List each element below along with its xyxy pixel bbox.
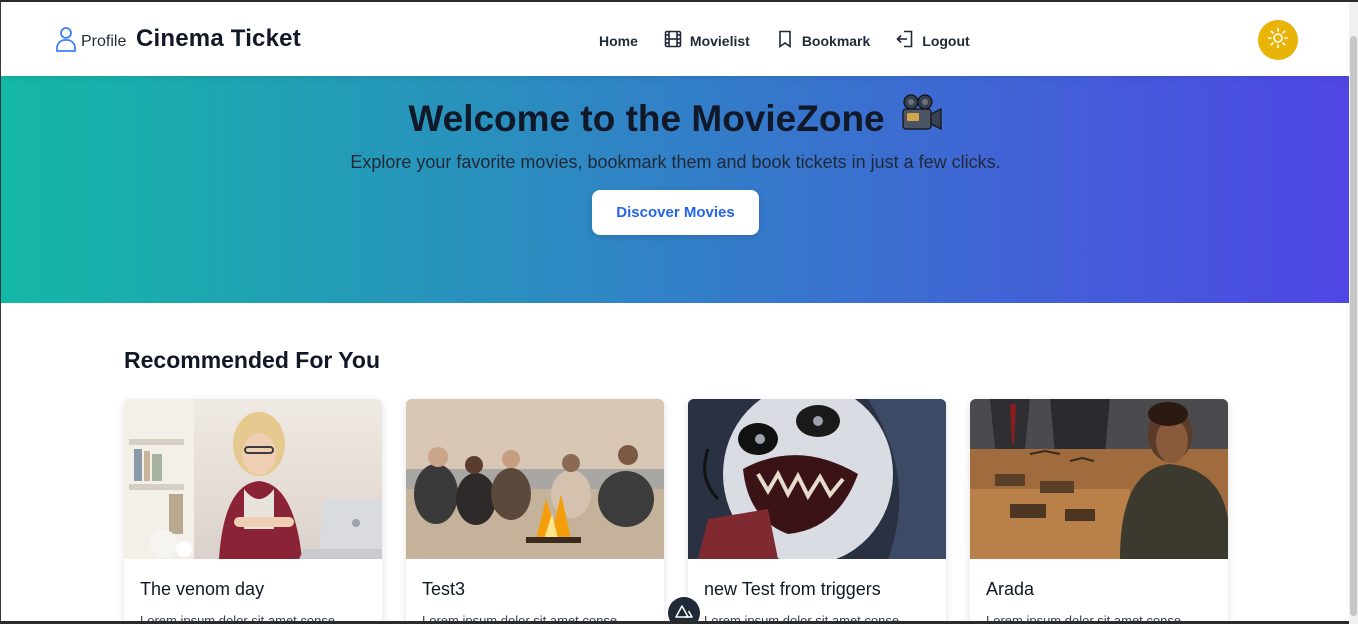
hero-banner: Welcome to the MovieZone Explore your fa… [1,76,1349,303]
movie-card-description: Lorem ipsum dolor sit amet conse [704,613,900,621]
nav-bookmark[interactable]: Bookmark [776,30,870,51]
movie-card-description: Lorem ipsum dolor sit amet conse [422,613,618,621]
movie-card-title: The venom day [140,579,265,599]
profile-label: Profile [81,32,127,50]
movie-card-description: Lorem ipsum dolor sit amet conse [140,613,336,621]
user-icon [55,26,77,57]
browser-viewport: Profile Cinema Ticket Home Movielist Boo… [0,2,1349,621]
movie-camera-icon [899,92,943,145]
movie-poster [970,399,1228,559]
movie-card-venom-day[interactable]: The venom day Lorem ipsum dolor sit amet… [124,399,382,621]
movie-poster [124,399,382,559]
navbar: Profile Cinema Ticket Home Movielist Boo… [1,2,1349,76]
nav-bookmark-label: Bookmark [801,32,871,49]
movie-card-arada[interactable]: Arada Lorem ipsum dolor sit amet conse [970,399,1228,621]
movie-poster [406,399,664,559]
nav-movielist[interactable]: Movielist [664,30,750,51]
movie-poster [688,399,946,559]
nav-home[interactable]: Home [599,33,638,49]
bookmark-icon [776,30,794,51]
movie-card-title: Arada [986,579,1035,599]
film-icon [664,30,682,51]
vertical-scrollbar[interactable] [1349,2,1358,624]
hero-subtitle: Explore your favorite movies, bookmark t… [350,152,1001,172]
nav-logout[interactable]: Logout [896,30,970,51]
profile-link[interactable]: Profile [55,26,126,57]
discover-movies-button[interactable]: Discover Movies [592,190,759,235]
movie-card-test3[interactable]: Test3 Lorem ipsum dolor sit amet conse [406,399,664,621]
movie-card-title: Test3 [422,579,466,599]
brand-title[interactable]: Cinema Ticket [136,25,301,53]
scrollbar-thumb[interactable] [1350,36,1357,616]
logout-icon [896,30,914,51]
nav-movielist-label: Movielist [689,32,750,49]
hero-title: Welcome to the MovieZone [1,92,1349,145]
nav-links: Home Movielist Bookmark Logout [599,30,970,51]
theme-toggle-button[interactable] [1258,20,1298,60]
nav-logout-label: Logout [922,32,970,49]
nav-home-label: Home [599,32,638,49]
movie-card-title: new Test from triggers [704,579,881,599]
nuxt-devtools-icon [675,604,693,622]
nuxt-devtools-button[interactable] [668,597,700,621]
movie-card-description: Lorem ipsum dolor sit amet conse [986,613,1182,621]
section-title-recommended: Recommended For You [124,347,381,373]
sun-icon [1267,27,1289,54]
hero-title-text: Welcome to the MovieZone [408,97,885,139]
movie-card-new-test-from-triggers[interactable]: new Test from triggers Lorem ipsum dolor… [688,399,946,621]
